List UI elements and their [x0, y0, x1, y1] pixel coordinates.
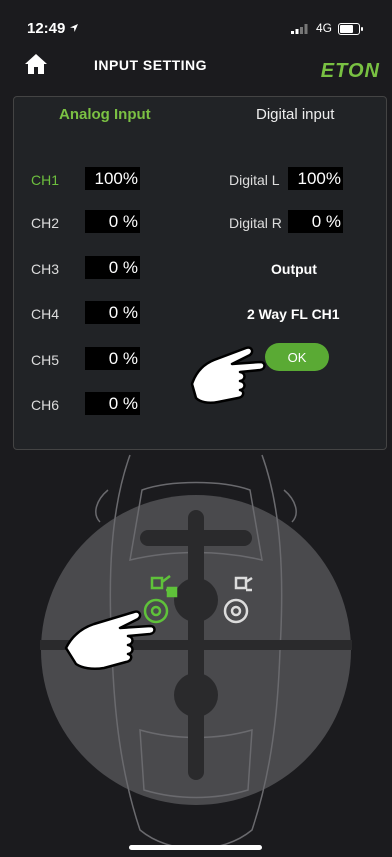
ok-button[interactable]: OK — [265, 343, 329, 371]
channel-6-value[interactable]: 0 % — [85, 392, 140, 415]
channel-1-value[interactable]: 100% — [85, 167, 140, 190]
digital-left-label[interactable]: Digital L — [229, 172, 280, 188]
page-title: INPUT SETTING — [94, 57, 208, 73]
channel-6-label[interactable]: CH6 — [31, 397, 59, 413]
tab-digital-input[interactable]: Digital input — [256, 106, 334, 123]
home-icon[interactable] — [24, 52, 48, 76]
channel-1-label[interactable]: CH1 — [31, 172, 59, 188]
tab-analog-input[interactable]: Analog Input — [59, 106, 151, 123]
channel-5-value[interactable]: 0 % — [85, 347, 140, 370]
pointing-hand-icon — [190, 346, 266, 405]
header: INPUT SETTING ETON — [0, 44, 392, 90]
digital-left-value[interactable]: 100% — [288, 167, 343, 190]
digital-right-label[interactable]: Digital R — [229, 215, 282, 231]
network-type: 4G — [315, 21, 332, 35]
car-speaker-diagram — [40, 454, 352, 850]
channel-5-label[interactable]: CH5 — [31, 352, 59, 368]
output-value: 2 Way FL CH1 — [247, 306, 340, 322]
digital-right-value[interactable]: 0 % — [288, 210, 343, 233]
channel-4-label[interactable]: CH4 — [31, 306, 59, 322]
channel-4-value[interactable]: 0 % — [85, 301, 140, 324]
eton-logo: ETON — [320, 60, 380, 82]
signal-icon — [291, 24, 308, 34]
channel-2-label[interactable]: CH2 — [31, 215, 59, 231]
home-indicator[interactable] — [129, 845, 262, 850]
channel-3-label[interactable]: CH3 — [31, 261, 59, 277]
status-time: 12:49 — [27, 20, 66, 37]
channel-2-value[interactable]: 0 % — [85, 210, 140, 233]
battery-icon — [338, 23, 363, 35]
location-arrow-icon — [70, 24, 78, 32]
status-bar: 12:49 4G — [0, 0, 392, 44]
channel-3-value[interactable]: 0 % — [85, 256, 140, 279]
output-heading: Output — [271, 261, 317, 277]
